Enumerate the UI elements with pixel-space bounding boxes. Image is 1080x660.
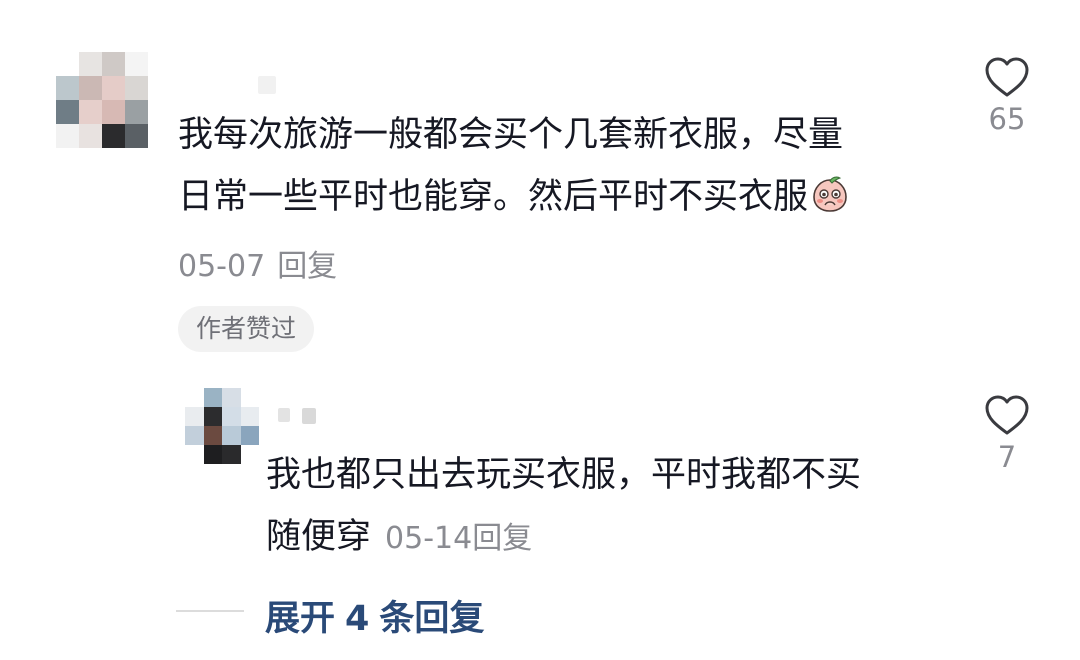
replier-avatar[interactable] [185,388,259,464]
reply-reply-button[interactable]: 回复 [472,521,532,556]
reply-like-button[interactable]: 7 [962,394,1052,474]
expand-label-suffix: 条回复 [379,599,485,639]
expand-count: 4 [345,599,370,639]
expand-label-prefix: 展开 [265,599,336,639]
expand-replies-button[interactable]: 展开 4 条回复 [265,590,484,641]
expand-divider [176,610,244,612]
heart-outline-icon[interactable] [984,394,1030,436]
reply-like-count: 7 [997,440,1017,474]
comment-date: 05-07 [178,249,266,284]
commenter-name-blurred[interactable] [258,76,276,94]
reply-text-line-2: 随便穿 05-14回复 [266,517,533,557]
reply-text-line-1: 我也都只出去玩买衣服，平时我都不买 [266,455,862,495]
comment-text-line-2: 日常一些平时也能穿。然后平时不买衣服 [178,166,850,228]
reply-text: 我也都只出去玩买衣服，平时我都不买 随便穿 05-14回复 [266,444,861,570]
comment-text: 我每次旅游一般都会买个几套新衣服，尽量 日常一些平时也能穿。然后平时不买衣服 [178,104,850,228]
heart-outline-icon[interactable] [984,56,1030,98]
comment-meta: 05-07 回复 [178,241,337,285]
author-liked-badge: 作者赞过 [178,306,315,352]
commenter-avatar[interactable] [56,52,148,148]
replier-name-blurred[interactable] [278,408,316,424]
peach-blush-emoji-icon [813,176,847,212]
reply-date: 05-14 [385,521,473,556]
comment-reply-button[interactable]: 回复 [277,249,337,284]
comment-text-line-1: 我每次旅游一般都会买个几套新衣服，尽量 [178,115,844,155]
comment-like-count: 65 [988,102,1026,136]
comment-like-button[interactable]: 65 [962,56,1052,136]
